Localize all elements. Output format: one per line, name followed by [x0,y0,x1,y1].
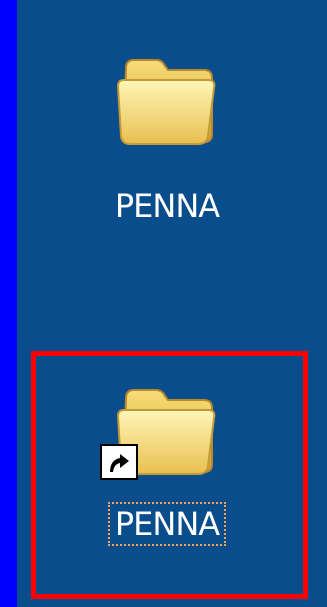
screen-frame: PENNA PENNA [0,0,327,607]
folder-icon [112,48,222,148]
desktop-icon-folder[interactable]: PENNA [72,48,262,226]
highlight-box [31,351,308,599]
desktop-icon-label[interactable]: PENNA [110,186,224,226]
